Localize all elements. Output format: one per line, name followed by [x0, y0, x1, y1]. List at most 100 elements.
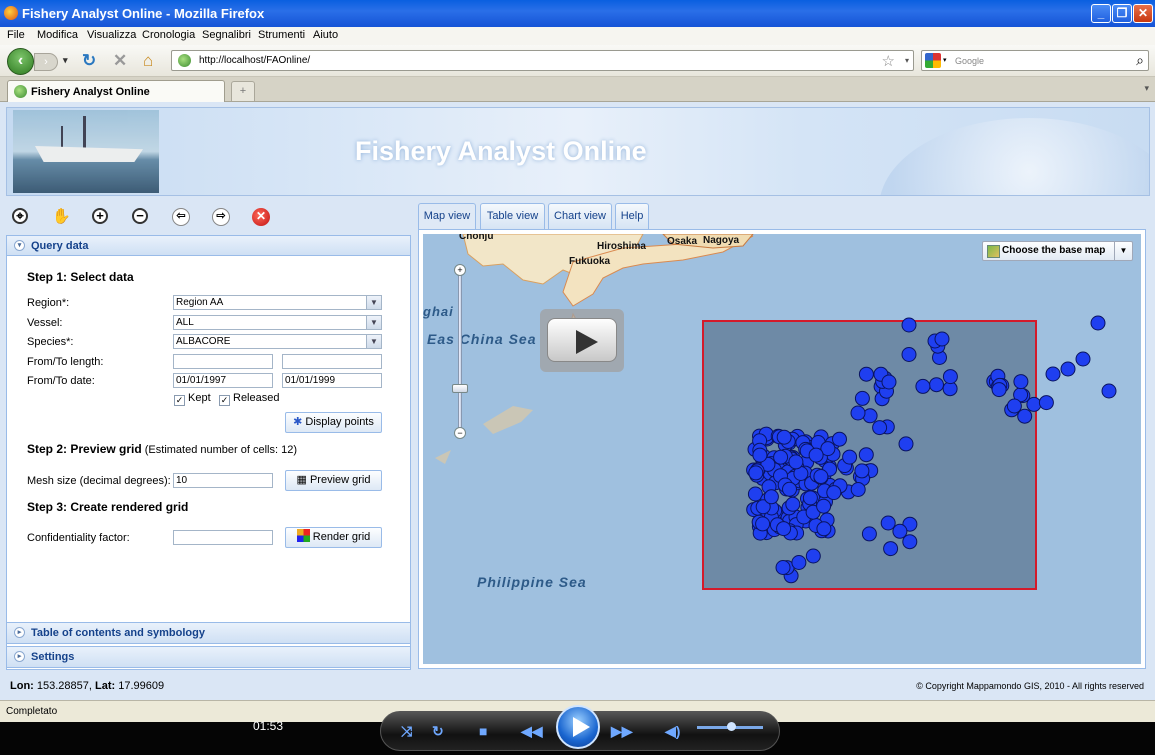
- zoom-slider-thumb[interactable]: [452, 384, 468, 393]
- reload-icon[interactable]: ↻: [82, 51, 96, 71]
- maximize-button[interactable]: ❐: [1112, 4, 1132, 23]
- menu-visualizza[interactable]: Visualizza: [87, 29, 136, 41]
- kept-check-icon[interactable]: ✓: [174, 395, 185, 406]
- display-points-label: Display points: [305, 416, 374, 428]
- expand-icon[interactable]: ▸: [14, 651, 25, 662]
- volume-icon[interactable]: ◀): [665, 723, 680, 740]
- catch-point: [854, 463, 870, 479]
- stop-icon[interactable]: ■: [479, 723, 487, 739]
- play-pause-button[interactable]: [556, 705, 600, 749]
- menu-strumenti[interactable]: Strumenti: [258, 29, 305, 41]
- video-play-overlay[interactable]: [540, 309, 624, 372]
- pan-hand-icon[interactable]: ✋: [52, 208, 71, 226]
- zoom-out-knob-icon[interactable]: −: [454, 427, 466, 439]
- shuffle-icon[interactable]: ⤨: [401, 723, 412, 740]
- bookmark-star-icon[interactable]: ☆: [882, 52, 895, 70]
- vessel-select[interactable]: ALL ▼: [173, 315, 382, 330]
- chevron-down-icon[interactable]: ▼: [366, 296, 381, 309]
- search-engine-dropdown-icon[interactable]: ▾: [943, 56, 947, 64]
- chevron-down-icon[interactable]: ▼: [366, 316, 381, 329]
- title-bar: Fishery Analyst Online - Mozilla Firefox…: [0, 0, 1155, 27]
- zoom-track: [458, 272, 462, 432]
- menu-cronologia[interactable]: Cronologia: [142, 29, 195, 41]
- catch-point: [902, 534, 918, 550]
- query-panel-header[interactable]: ▾ Query data: [7, 236, 410, 256]
- display-points-button[interactable]: ✱ Display points: [285, 412, 382, 433]
- tab-table-view[interactable]: Table view: [480, 203, 545, 229]
- menu-modifica[interactable]: Modifica: [37, 29, 78, 41]
- search-bar[interactable]: ▾ Google ⌕: [921, 50, 1149, 71]
- tab-list-icon[interactable]: ▾: [1144, 83, 1149, 94]
- menu-aiuto[interactable]: Aiuto: [313, 29, 338, 41]
- preview-grid-label: Preview grid: [309, 474, 371, 486]
- lon-value: 153.28857: [36, 680, 89, 692]
- species-select[interactable]: ALBACORE ▼: [173, 334, 382, 349]
- minimize-button[interactable]: _: [1091, 4, 1111, 23]
- released-checkbox[interactable]: ✓ Released: [219, 392, 279, 406]
- search-icon[interactable]: ⌕: [1136, 52, 1144, 69]
- zoom-slider[interactable]: + −: [450, 264, 470, 439]
- date-from-input[interactable]: 01/01/1997: [173, 373, 273, 388]
- render-grid-button[interactable]: Render grid: [285, 527, 382, 548]
- close-button[interactable]: ✕: [1133, 4, 1153, 23]
- tab-help[interactable]: Help: [615, 203, 649, 229]
- globe-image: [879, 118, 1149, 195]
- toc-panel-header[interactable]: ▸ Table of contents and symbology: [6, 622, 411, 644]
- home-icon[interactable]: ⌂: [143, 51, 153, 71]
- base-map-label: Choose the base map: [1002, 245, 1106, 256]
- next-extent-icon[interactable]: ⇨: [212, 208, 230, 226]
- map-canvas[interactable]: Chonju Hiroshima Osaka Nagoya Fukuoka gh…: [423, 234, 1141, 664]
- zoom-in-knob-icon[interactable]: +: [454, 264, 466, 276]
- forward-button[interactable]: ›: [34, 53, 58, 71]
- url-bar[interactable]: http://localhost/FAOnline/ ☆ ▾: [171, 50, 914, 71]
- coordinates-readout: Lon: 153.28857, Lat: 17.99609: [10, 680, 165, 692]
- volume-knob[interactable]: [727, 722, 736, 731]
- boat-mast: [83, 116, 86, 150]
- stop-icon[interactable]: ✕: [113, 51, 127, 71]
- catch-point: [842, 449, 858, 465]
- catch-point: [929, 377, 944, 393]
- menu-segnalibri[interactable]: Segnalibri: [202, 29, 251, 41]
- zoom-out-icon[interactable]: −: [132, 208, 148, 224]
- new-tab-button[interactable]: +: [231, 81, 255, 101]
- catch-point: [850, 482, 866, 497]
- base-map-selector[interactable]: Choose the base map ▼: [982, 241, 1133, 261]
- history-dropdown-icon[interactable]: ▾: [63, 55, 68, 66]
- settings-panel-header[interactable]: ▸ Settings: [6, 646, 411, 668]
- previous-extent-icon[interactable]: ⇦: [172, 208, 190, 226]
- kept-checkbox[interactable]: ✓ Kept: [174, 392, 211, 406]
- google-icon[interactable]: [925, 53, 941, 68]
- browser-tab[interactable]: Fishery Analyst Online: [7, 80, 225, 102]
- url-dropdown-icon[interactable]: ▾: [905, 56, 909, 65]
- menu-file[interactable]: File: [7, 29, 25, 41]
- back-button[interactable]: ‹: [7, 48, 34, 75]
- released-check-icon[interactable]: ✓: [219, 395, 230, 406]
- sea-label-east-china: Eas China Sea: [427, 331, 537, 347]
- play-button-frame[interactable]: [547, 318, 617, 362]
- length-to-input[interactable]: [282, 354, 382, 369]
- rewind-icon[interactable]: ◀◀: [521, 723, 543, 740]
- repeat-icon[interactable]: ↻: [432, 723, 444, 740]
- length-from-input[interactable]: [173, 354, 273, 369]
- catch-point: [826, 485, 842, 501]
- collapse-icon[interactable]: ▾: [14, 240, 25, 251]
- chevron-down-icon[interactable]: ▼: [366, 335, 381, 348]
- clear-icon[interactable]: ✕: [252, 208, 270, 226]
- region-value: Region AA: [176, 297, 224, 308]
- catch-point: [901, 347, 917, 362]
- tab-map-view[interactable]: Map view: [418, 203, 476, 230]
- released-label: Released: [233, 392, 280, 404]
- catch-point: [1006, 398, 1022, 414]
- expand-icon[interactable]: ▸: [14, 627, 25, 638]
- preview-grid-button[interactable]: ▦ Preview grid: [285, 470, 382, 491]
- firefox-icon: [4, 6, 18, 20]
- date-to-input[interactable]: 01/01/1999: [282, 373, 382, 388]
- region-select[interactable]: Region AA ▼: [173, 295, 382, 310]
- zoom-in-icon[interactable]: +: [92, 208, 108, 224]
- mesh-input[interactable]: 10: [173, 473, 273, 488]
- chevron-down-icon[interactable]: ▼: [1114, 242, 1132, 260]
- tab-chart-view[interactable]: Chart view: [548, 203, 612, 229]
- zoom-extent-icon[interactable]: ⌖: [12, 208, 28, 224]
- conf-input[interactable]: [173, 530, 273, 545]
- fast-forward-icon[interactable]: ▶▶: [611, 723, 633, 740]
